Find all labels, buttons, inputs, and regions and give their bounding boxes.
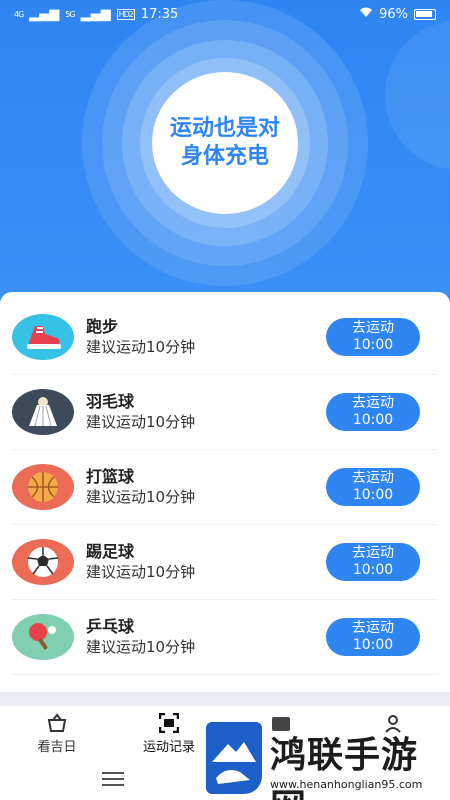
menu-icon[interactable] [102, 772, 124, 790]
go-exercise-button[interactable]: 去运动 10:00 [326, 468, 420, 506]
button-duration: 10:00 [352, 412, 394, 428]
go-exercise-button[interactable]: 去运动 10:00 [326, 318, 420, 356]
activity-list: 跑步 建议运动10分钟 去运动 10:00 羽毛球 建议运动10分钟 去运动 1… [0, 292, 450, 692]
activity-suggestion: 建议运动10分钟 [86, 338, 196, 356]
clock: 17:35 [140, 6, 179, 22]
signal-bars-icon-2: ▂▄▆ [80, 6, 111, 22]
battery-icon [414, 8, 436, 20]
go-exercise-button[interactable]: 去运动 10:00 [326, 393, 420, 431]
slogan-text: 运动也是对身体充电 [169, 116, 280, 169]
shuttlecock-icon [12, 389, 74, 435]
wifi-icon [359, 7, 373, 22]
soccer-ball-icon [12, 539, 74, 585]
go-exercise-button[interactable]: 去运动 10:00 [326, 543, 420, 581]
tab-label: 看吉日 [37, 740, 77, 755]
running-shoe-icon [12, 314, 74, 360]
activity-suggestion: 建议运动10分钟 [86, 563, 196, 581]
go-exercise-button[interactable]: 去运动 10:00 [326, 618, 420, 656]
list-item: 跑步 建议运动10分钟 去运动 10:00 [12, 300, 438, 375]
slogan-circle: 运动也是对身体充电 [152, 72, 298, 214]
basket-icon [12, 712, 102, 734]
button-duration: 10:00 [352, 637, 394, 653]
list-item: 羽毛球 建议运动10分钟 去运动 10:00 [12, 375, 438, 450]
tab-auspicious-day[interactable]: 看吉日 [12, 712, 102, 755]
watermark-url: www.henanhonglian95.com [270, 778, 423, 791]
button-label: 去运动 [352, 395, 394, 411]
activity-name: 踢足球 [86, 542, 135, 561]
activity-suggestion: 建议运动10分钟 [86, 488, 196, 506]
battery-percent: 96% [379, 6, 408, 22]
activity-suggestion: 建议运动10分钟 [86, 638, 196, 656]
button-label: 去运动 [352, 320, 394, 336]
button-duration: 10:00 [352, 337, 394, 353]
decorative-glow [385, 20, 450, 170]
list-item: 打篮球 建议运动10分钟 去运动 10:00 [12, 450, 438, 525]
signal-bars-icon: ▂▄▆ [29, 6, 60, 22]
button-label: 去运动 [352, 620, 394, 636]
signal-5g: 5G [65, 9, 75, 19]
activity-name: 打篮球 [86, 467, 135, 486]
activity-name: 跑步 [86, 317, 119, 336]
hd-badge: HD2 [116, 8, 135, 20]
list-item: 乒乓球 建议运动10分钟 去运动 10:00 [12, 600, 438, 675]
activity-name: 乒乓球 [86, 617, 135, 636]
list-item: 踢足球 建议运动10分钟 去运动 10:00 [12, 525, 438, 600]
button-duration: 10:00 [352, 562, 394, 578]
button-label: 去运动 [352, 545, 394, 561]
signal-4g: 4G [14, 9, 24, 19]
activity-suggestion: 建议运动10分钟 [86, 413, 196, 431]
button-label: 去运动 [352, 470, 394, 486]
basketball-icon [12, 464, 74, 510]
hero-banner: 运动也是对身体充电 [0, 0, 450, 310]
watermark-logo-icon [206, 722, 262, 794]
activity-name: 羽毛球 [86, 392, 135, 411]
watermark: 鸿联手游网 www.henanhonglian95.com [200, 712, 450, 800]
status-bar: 4G ▂▄▆ 5G ▂▄▆ HD2 17:35 96% [0, 0, 450, 28]
button-duration: 10:00 [352, 487, 394, 503]
ping-pong-icon [12, 614, 74, 660]
